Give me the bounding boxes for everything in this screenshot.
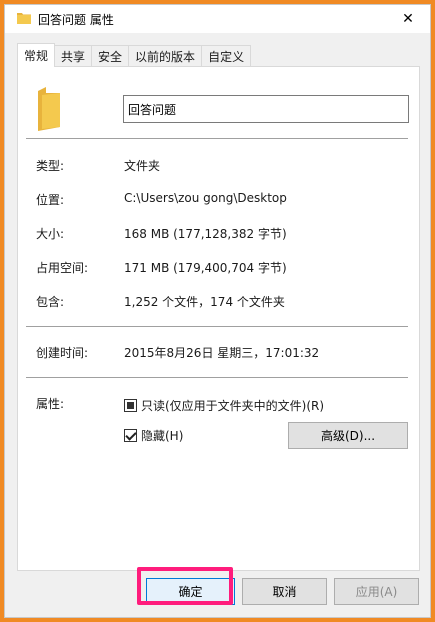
tab-general[interactable]: 常规 — [17, 43, 56, 67]
hidden-checkbox[interactable] — [124, 429, 137, 442]
created-value: 2015年8月26日 星期三，17:01:32 — [124, 346, 320, 360]
separator — [26, 377, 408, 378]
type-value: 文件夹 — [124, 159, 161, 173]
type-label: 类型: — [36, 159, 65, 173]
size-value: 168 MB (177,128,382 字节) — [124, 227, 287, 241]
readonly-checkbox-label[interactable]: 只读(仅应用于文件夹中的文件)(R) — [141, 397, 324, 414]
contains-label: 包含: — [36, 295, 65, 309]
size-on-disk-value: 171 MB (179,400,704 字节) — [124, 261, 287, 275]
properties-window: 回答问题 属性 ✕ 常规 共享 安全 以前的版本 自定义 类型: 文件夹 位置:… — [4, 4, 431, 618]
separator — [26, 138, 408, 139]
separator — [26, 326, 408, 327]
folder-name-input[interactable] — [123, 95, 409, 123]
created-label: 创建时间: — [36, 346, 89, 360]
location-label: 位置: — [36, 193, 65, 207]
window-title: 回答问题 属性 — [38, 13, 114, 27]
advanced-button[interactable]: 高级(D)... — [288, 422, 408, 449]
tab-bar: 常规 共享 安全 以前的版本 自定义 — [17, 43, 252, 67]
location-value: C:\Users\zou gong\Desktop — [124, 191, 287, 205]
cancel-button[interactable]: 取消 — [242, 578, 327, 605]
size-on-disk-label: 占用空间: — [36, 261, 89, 275]
tab-sharing[interactable]: 共享 — [54, 45, 93, 67]
hidden-checkbox-label[interactable]: 隐藏(H) — [141, 427, 183, 444]
contains-value: 1,252 个文件，174 个文件夹 — [124, 295, 285, 309]
apply-button[interactable]: 应用(A) — [334, 578, 419, 605]
folder-icon — [38, 87, 60, 131]
ok-button-highlight — [137, 567, 233, 605]
readonly-checkbox[interactable] — [124, 399, 137, 412]
title-bar: 回答问题 属性 ✕ — [5, 5, 430, 33]
attributes-label: 属性: — [36, 397, 65, 411]
tab-customize[interactable]: 自定义 — [201, 45, 252, 67]
tab-security[interactable]: 安全 — [91, 45, 130, 67]
close-button[interactable]: ✕ — [386, 5, 430, 33]
size-label: 大小: — [36, 227, 65, 241]
general-tab-panel: 类型: 文件夹 位置: C:\Users\zou gong\Desktop 大小… — [17, 66, 420, 571]
close-icon: ✕ — [402, 11, 414, 27]
folder-icon — [17, 13, 31, 24]
tab-previous-versions[interactable]: 以前的版本 — [128, 45, 203, 67]
